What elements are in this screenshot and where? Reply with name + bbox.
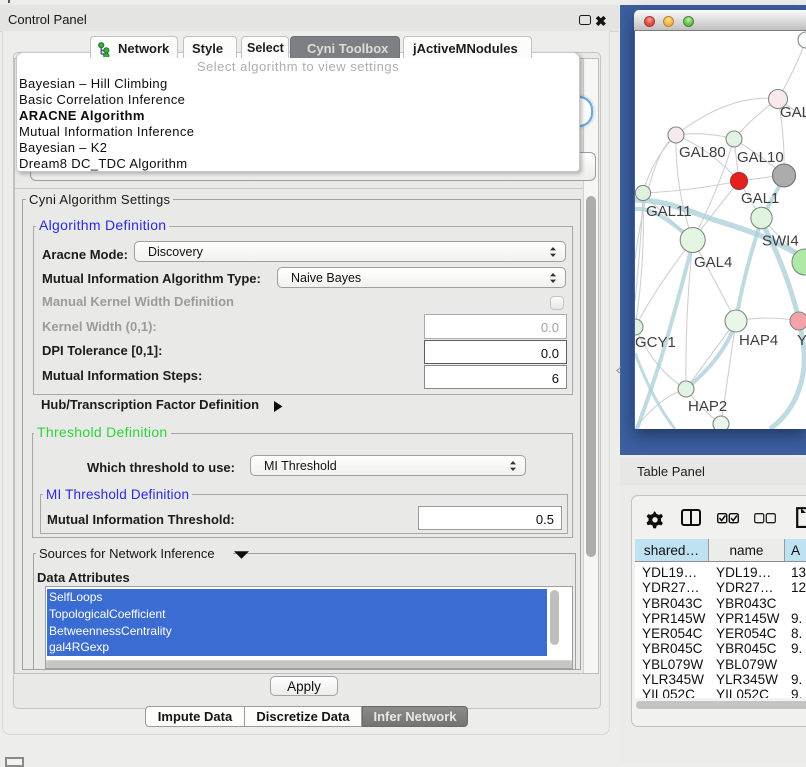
svg-text:GAL10: GAL10: [737, 149, 784, 166]
svg-text:GAL80: GAL80: [679, 144, 726, 161]
svg-text:Y: Y: [797, 332, 806, 349]
svg-text:GAL1: GAL1: [741, 190, 779, 207]
svg-text:GCY1: GCY1: [635, 334, 676, 351]
svg-text:GAL4: GAL4: [694, 254, 732, 271]
svg-text:SWI4: SWI4: [762, 233, 799, 250]
svg-text:GAL11: GAL11: [646, 203, 692, 220]
svg-text:HAP2: HAP2: [688, 398, 727, 415]
svg-text:GAL: GAL: [780, 104, 806, 121]
svg-text:HAP4: HAP4: [739, 332, 778, 349]
